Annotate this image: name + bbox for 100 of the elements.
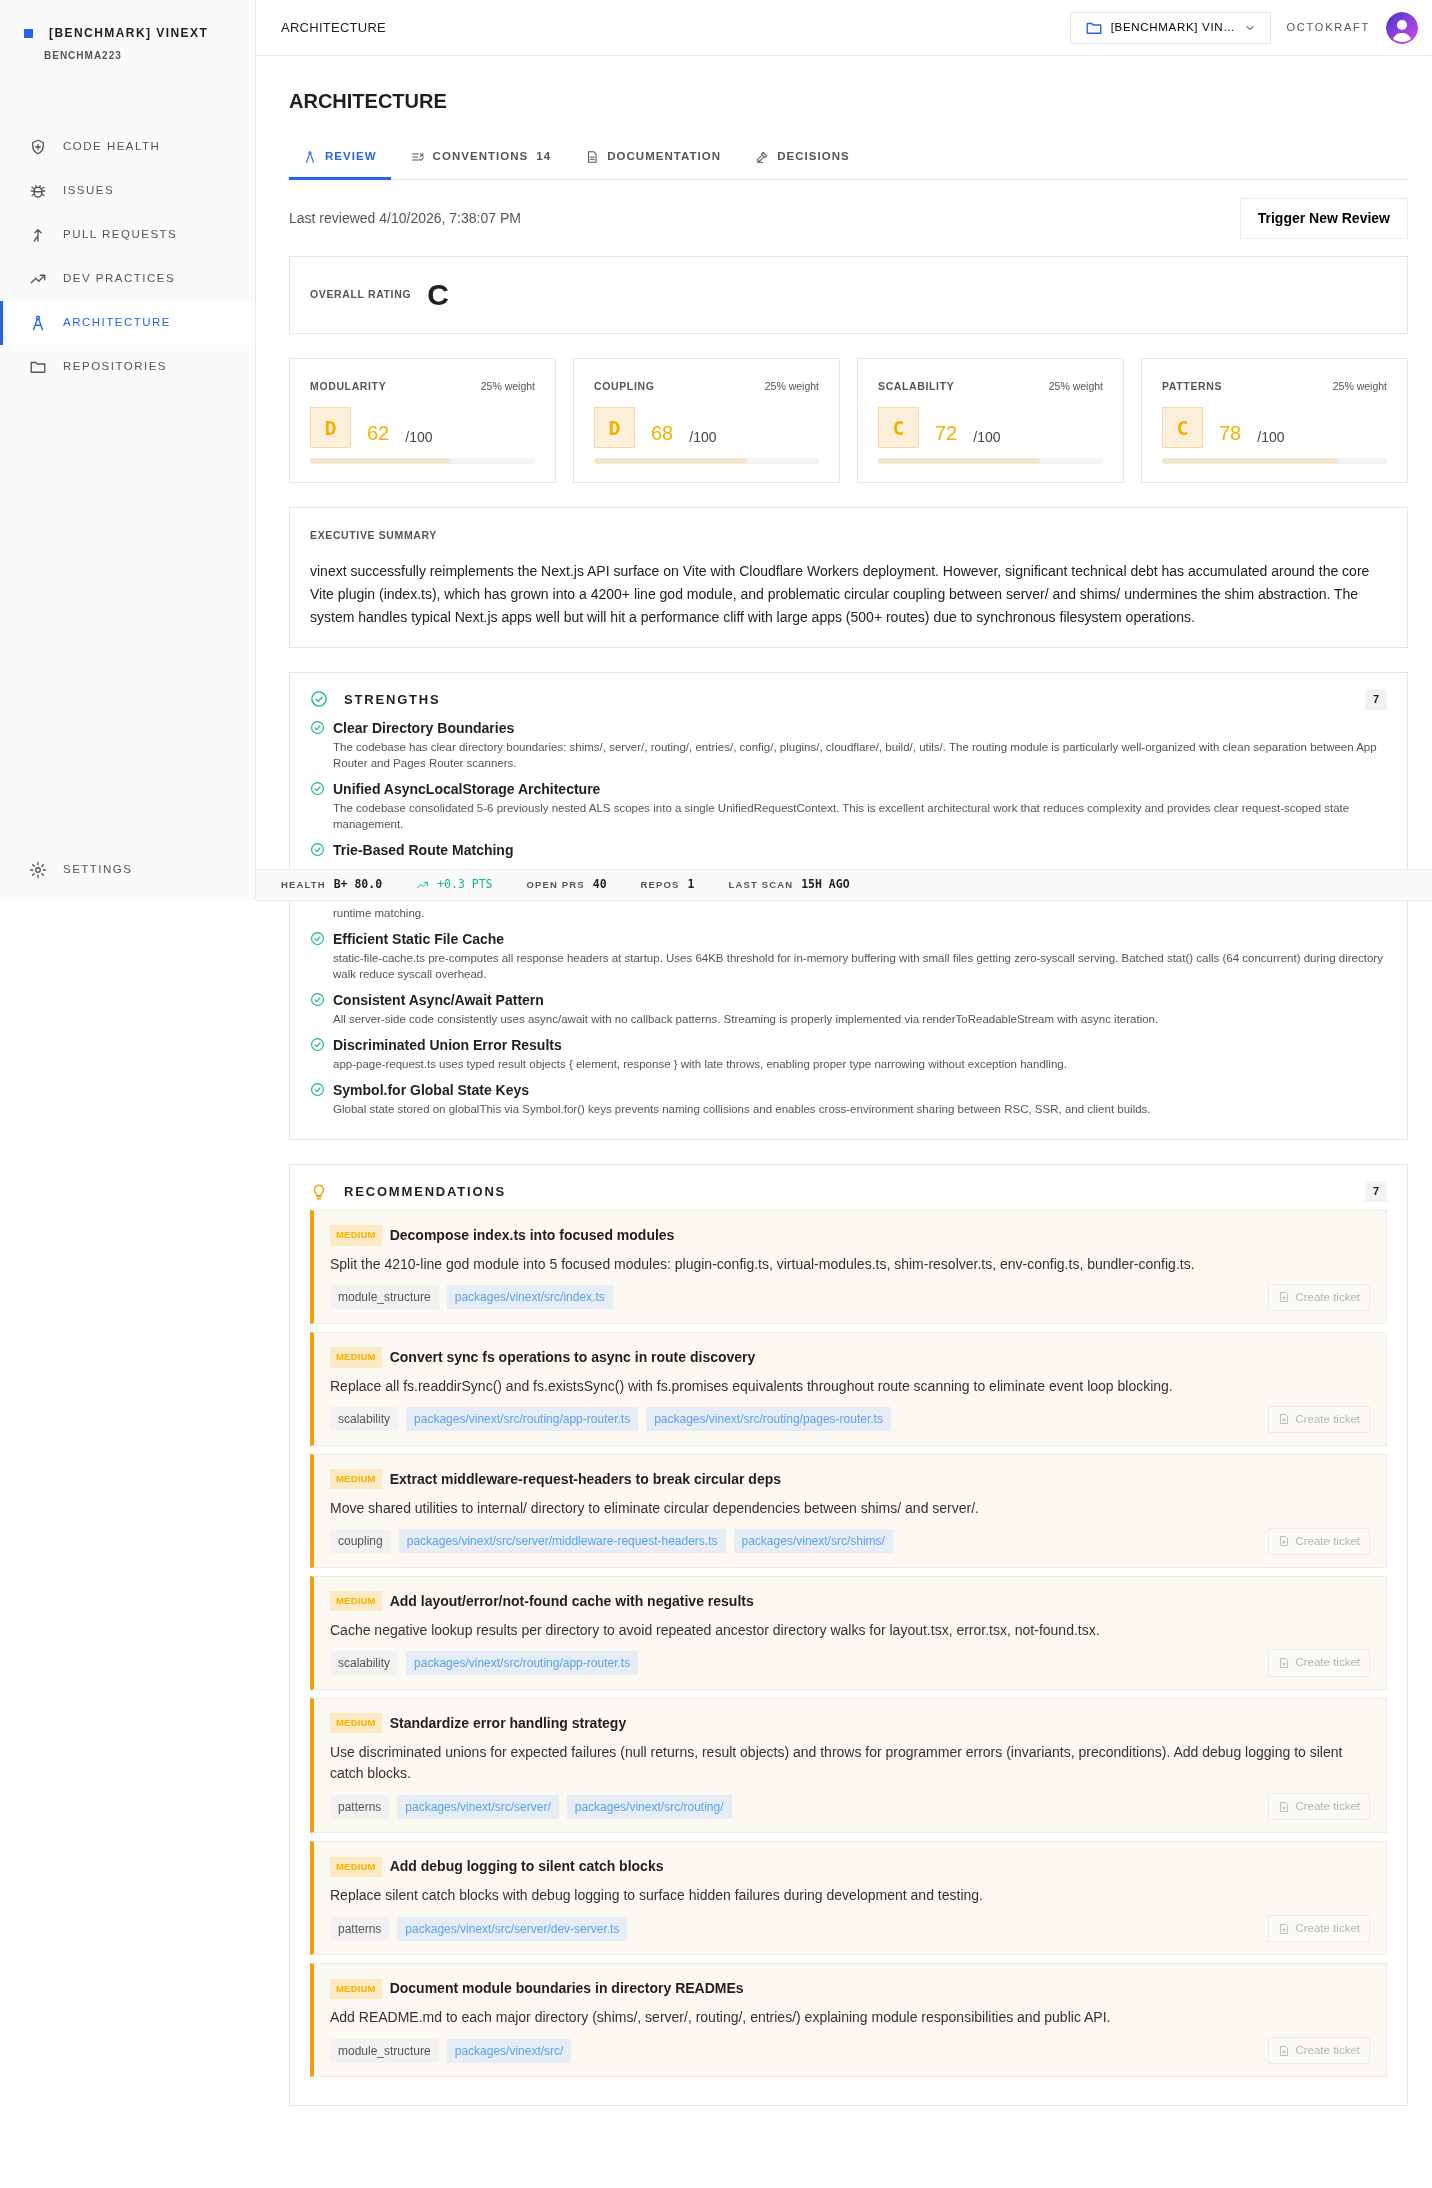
file-path-tag: packages/vinext/src/ (446, 2038, 572, 2063)
count-badge: 7 (1364, 1181, 1387, 1202)
strength-description: The codebase consolidated 5-6 previously nested ALS scopes into a single UnifiedRequestContext. This is excellent architectural work that reduces complexity and provides clear request-scoped state management. (333, 800, 1351, 832)
status-value: B+ 80.0 (333, 876, 383, 894)
score-max: /100 (973, 428, 1001, 447)
category-tag: module_structure (330, 1285, 439, 1310)
score-label: MODULARITY (310, 379, 387, 395)
status-value: 15H AGO (801, 876, 850, 894)
trend-value: +0.3 PTS (437, 876, 493, 894)
tab[interactable]: REVIEW (289, 140, 391, 181)
last-reviewed-text: Last reviewed 4/10/2026, 7:38:07 PM (289, 209, 521, 229)
strength-title: Symbol.for Global State Keys (333, 1081, 531, 1101)
recommendation-title: Add debug logging to silent catch blocks (389, 1857, 664, 1877)
category-tag: scalability (330, 1407, 399, 1432)
recommendation-text: Use discriminated unions for expected failures (null returns, result objects) and throws for programmer errors (invariants, preconditions). Add debug logging to silent catch blocks. (330, 1742, 1344, 1784)
check-circle-icon (310, 719, 325, 735)
status-value: 40 (592, 876, 607, 894)
weight-text: 25% weight (1048, 379, 1103, 395)
sidebar-item[interactable]: PULL REQUESTS (0, 213, 255, 257)
file-path-tag: packages/vinext/src/server/ (397, 1794, 559, 1819)
category-tag: scalability (330, 1651, 399, 1676)
file-path-tag: packages/vinext/src/shims/ (733, 1529, 893, 1554)
count-badge: 7 (1364, 689, 1387, 710)
strength-title: Clear Directory Boundaries (333, 718, 516, 738)
organization-name: BENCHMA223 (44, 49, 123, 63)
file-plus-icon (1278, 2044, 1291, 2057)
recommendation-text: Replace silent catch blocks with debug logging to surface hidden failures during development and testing. (330, 1886, 984, 1906)
recommendation-text: Cache negative lookup results per directory to avoid repeated ancestor directory walks for layout.tsx, error.tsx, not-found.tsx. (330, 1620, 1101, 1640)
strength-description: All server-side code consistently uses async/await with no callback patterns. Streaming is properly implemented via renderToReadableStream with async iteration. (333, 1012, 1159, 1028)
avatar[interactable] (1386, 11, 1418, 44)
file-path-tag: packages/vinext/src/routing/pages-router.ts (646, 1407, 891, 1432)
sidebar-item[interactable]: SETTINGS (0, 848, 255, 892)
strength-title: Efficient Static File Cache (333, 930, 506, 949)
severity-badge: MEDIUM (330, 1978, 382, 1999)
grade-badge: D (594, 407, 635, 448)
file-path-tag: packages/vinext/src/server/middleware-request-headers.ts (398, 1529, 726, 1554)
score-value: 62 (367, 421, 390, 446)
strength-description: runtime matching. (333, 905, 426, 921)
compass-icon (303, 149, 317, 164)
recommendation-text: Add README.md to each major directory (shims/, server/, routing/, entries/) explaining module responsibilities and public API. (330, 2008, 1112, 2028)
file-plus-icon (1278, 1657, 1291, 1670)
severity-badge: MEDIUM (330, 1347, 382, 1368)
status-label: REPOS (640, 877, 680, 892)
recommendation-title: Standardize error handling strategy (389, 1713, 627, 1733)
recommendation-text: Move shared utilities to internal/ directory to eliminate circular dependencies between shims/ and server/. (330, 1498, 980, 1518)
sidebar-item[interactable]: CODE HEALTH (0, 125, 255, 169)
status-label: HEALTH (281, 877, 326, 892)
tab[interactable]: DOCUMENTATION (571, 140, 736, 181)
file-path-tag: packages/vinext/src/routing/ (566, 1794, 732, 1819)
severity-badge: MEDIUM (330, 1856, 382, 1877)
sidebar-item[interactable]: ARCHITECTURE (0, 301, 255, 345)
strength-description: app-page-request.ts uses typed result objects { element, response } with late throws, enabling proper type narrowing without exception handling. (333, 1057, 1067, 1073)
trigger-review-button[interactable]: Trigger New Review (1239, 198, 1408, 240)
category-tag: coupling (330, 1529, 391, 1554)
file-path-tag: packages/vinext/src/server/dev-server.ts (397, 1916, 628, 1941)
strength-description: The codebase has clear directory boundaries: shims/, server/, routing/, entries/, config/, plugins/, cloudflare/, build/, utils/. The routing module is particularly well-organized with clean separation between App Router and Pages Router scanners. (333, 739, 1378, 771)
check-circle-icon (310, 690, 328, 709)
file-plus-icon (1278, 1922, 1291, 1935)
severity-badge: MEDIUM (330, 1225, 382, 1246)
shield-icon (29, 138, 47, 156)
workspace-name: [BENCHMARK] VINEXT (49, 25, 209, 42)
recommendation-title: Convert sync fs operations to async in route discovery (389, 1347, 756, 1367)
file-path-tag: packages/vinext/src/routing/app-router.ts (406, 1407, 639, 1432)
status-value: 1 (687, 876, 695, 894)
file-path-tag: packages/vinext/src/index.ts (446, 1285, 613, 1310)
category-tag: patterns (330, 1916, 390, 1941)
severity-badge: MEDIUM (330, 1713, 382, 1734)
score-label: COUPLING (594, 379, 655, 395)
grade-badge: C (1162, 407, 1203, 448)
tab[interactable]: DECISIONS (741, 140, 864, 181)
summary-label: EXECUTIVE SUMMARY (310, 528, 438, 543)
user-name: OCTOKRAFT (1286, 20, 1370, 36)
grade-badge: C (878, 407, 919, 448)
overall-grade: C (427, 280, 449, 311)
repo-selector[interactable]: [BENCHMARK] VIN… (1069, 11, 1271, 44)
score-label: SCALABILITY (878, 379, 955, 395)
recommendation-title: Extract middleware-request-headers to break circular deps (389, 1469, 782, 1489)
weight-text: 25% weight (764, 379, 819, 395)
page-title: ARCHITECTURE (289, 89, 448, 114)
severity-badge: MEDIUM (330, 1591, 382, 1612)
check-circle-icon (310, 931, 325, 946)
file-plus-icon (1278, 1800, 1291, 1813)
strength-description: Global state stored on globalThis via Symbol.for() keys prevents naming collisions and enables cross-environment sharing between RSC, SSR, and client builds. (333, 1102, 1151, 1118)
score-value: 68 (651, 421, 674, 446)
severity-badge: MEDIUM (330, 1469, 382, 1490)
score-label: PATTERNS (1162, 379, 1223, 395)
check-circle-icon (310, 1082, 325, 1098)
strength-description: static-file-cache.ts pre-computes all response headers at startup. Uses 64KB threshold for in-memory buffering with small files getting zero-syscall serving. Batched stat() calls (64 concurrent) during directory walk reduce syscall overhead. (333, 951, 1384, 983)
tab[interactable]: CONVENTIONS 14 (396, 140, 566, 181)
score-max: /100 (1257, 428, 1285, 447)
file-plus-icon (1278, 1413, 1291, 1426)
sidebar-item[interactable]: DEV PRACTICES (0, 257, 255, 301)
brand-square-icon (24, 28, 33, 38)
sidebar-item[interactable]: REPOSITORIES (0, 345, 255, 389)
strength-title: Discriminated Union Error Results (333, 1036, 563, 1056)
sidebar-item[interactable]: ISSUES (0, 169, 255, 213)
category-tag: patterns (330, 1794, 390, 1819)
weight-text: 25% weight (1332, 379, 1387, 395)
document-icon (585, 149, 600, 164)
status-label: OPEN PRS (526, 877, 585, 892)
